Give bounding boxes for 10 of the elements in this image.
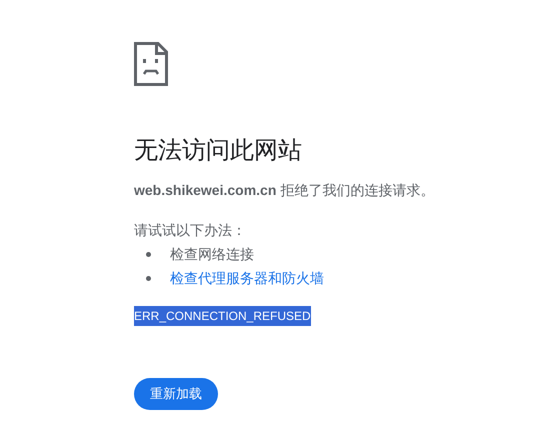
- suggestion-item: 检查网络连接: [170, 245, 254, 264]
- suggestion-link[interactable]: 检查代理服务器和防火墙: [170, 268, 324, 288]
- reload-button[interactable]: 重新加载: [134, 378, 218, 410]
- bullet-icon: [146, 252, 151, 256]
- error-code: ERR_CONNECTION_REFUSED: [134, 306, 311, 326]
- suggestions-heading: 请试试以下办法：: [134, 221, 246, 240]
- bullet-icon: [146, 276, 151, 280]
- error-title: 无法访问此网站: [134, 136, 302, 166]
- error-message: web.shikewei.com.cn 拒绝了我们的连接请求。: [134, 181, 434, 200]
- sad-page-icon: [134, 42, 168, 86]
